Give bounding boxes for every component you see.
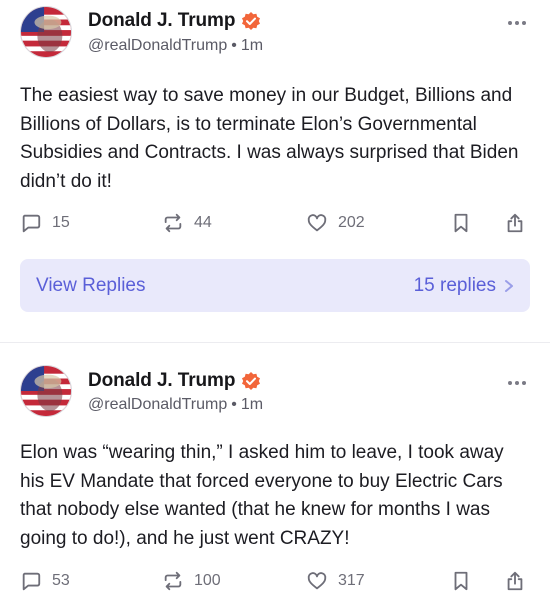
post-timestamp[interactable]: 1m [241, 396, 263, 413]
reply-button[interactable]: 15 [20, 212, 70, 234]
like-count: 317 [338, 572, 365, 589]
avatar-image [21, 366, 71, 416]
share-icon [507, 571, 523, 591]
reply-count: 53 [52, 572, 70, 589]
comment-icon [22, 572, 41, 591]
post-body: Elon was “wearing thin,” I asked him to … [20, 442, 504, 549]
like-count: 202 [338, 214, 365, 231]
reply-button[interactable]: 53 [20, 570, 70, 592]
view-replies-button[interactable]: View Replies 15 replies [20, 259, 530, 312]
view-replies-label: View Replies [36, 274, 146, 296]
author-name[interactable]: Donald J. Trump [88, 370, 235, 392]
heart-icon [307, 214, 327, 232]
comment-icon [22, 214, 41, 233]
verified-badge-icon [242, 12, 261, 30]
heart-icon [307, 572, 327, 590]
retruth-button[interactable]: 100 [162, 570, 221, 592]
replies-count-label: 15 replies [413, 274, 496, 296]
post-timestamp[interactable]: 1m [241, 37, 263, 54]
retruth-count: 44 [194, 214, 212, 231]
bookmark-icon [454, 571, 468, 591]
retruth-icon [164, 571, 182, 591]
share-button[interactable] [504, 570, 526, 592]
bookmark-icon [454, 213, 468, 233]
avatar[interactable] [20, 365, 72, 417]
share-button[interactable] [504, 212, 526, 234]
more-options-icon[interactable] [506, 18, 528, 28]
author-handle[interactable]: @realDonaldTrump [88, 396, 227, 413]
post-actions: 53 100 317 [20, 570, 530, 596]
retruth-button[interactable]: 44 [162, 212, 212, 234]
bookmark-button[interactable] [450, 570, 472, 592]
chevron-right-icon [505, 279, 513, 292]
retruth-count: 100 [194, 572, 221, 589]
avatar-image [21, 7, 71, 57]
like-button[interactable]: 202 [306, 212, 365, 234]
bookmark-button[interactable] [450, 212, 472, 234]
author-handle[interactable]: @realDonaldTrump [88, 37, 227, 54]
post: Donald J. Trump @realDonaldTrump • 1m Elon… [0, 343, 550, 606]
author-row: Donald J. Trump [88, 370, 261, 392]
verified-badge-icon [242, 372, 261, 390]
reply-count: 15 [52, 214, 70, 231]
author-name[interactable]: Donald J. Trump [88, 10, 235, 32]
avatar[interactable] [20, 6, 72, 58]
meta-separator: • [231, 37, 237, 54]
replies-count: 15 replies [414, 275, 514, 297]
post: Donald J. Trump @realDonaldTrump • 1m The … [0, 0, 550, 343]
retruth-icon [164, 213, 182, 233]
more-options-icon[interactable] [506, 378, 528, 388]
like-button[interactable]: 317 [306, 570, 365, 592]
author-meta: @realDonaldTrump • 1m [88, 37, 263, 55]
author-meta: @realDonaldTrump • 1m [88, 396, 263, 414]
post-actions: 15 44 202 [20, 212, 530, 238]
share-icon [507, 213, 523, 233]
meta-separator: • [231, 396, 237, 413]
author-row: Donald J. Trump [88, 10, 261, 32]
post-body: The easiest way to save money in our Bud… [20, 85, 519, 192]
